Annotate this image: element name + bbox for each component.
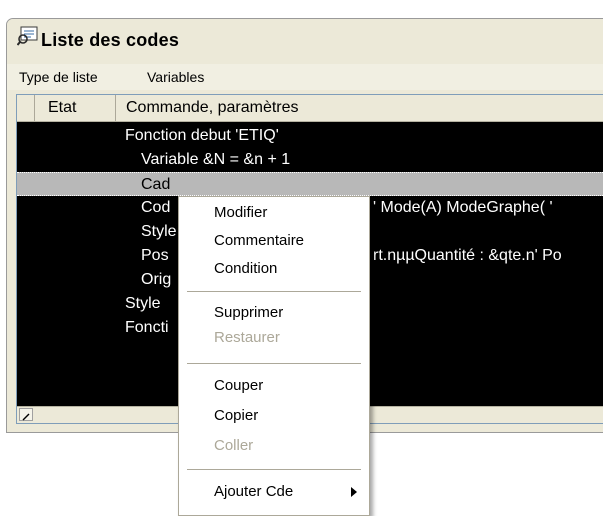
menu-item-condition[interactable]: Condition (214, 256, 363, 282)
row-command: Orig (141, 271, 172, 288)
menu-separator (187, 291, 361, 292)
menu-item-modifier[interactable]: Modifier (214, 200, 363, 226)
menu-item-copier[interactable]: Copier (214, 403, 363, 429)
row-command: Cad (141, 176, 171, 193)
title-bar[interactable]: Liste des codes (7, 19, 603, 57)
table-row[interactable]: Variable &N = &n + 1 (17, 148, 603, 172)
row-command: Pos (141, 247, 169, 264)
menu-item-couper[interactable]: Couper (214, 373, 363, 399)
context-menu: Modifier Commentaire Condition Supprimer… (178, 196, 370, 516)
row-command-extra: rt.nµµQuantité : &qte.n' Po (373, 247, 562, 264)
row-command: Foncti (125, 319, 169, 336)
row-command-extra: ' Mode(A) ModeGraphe( ' (373, 199, 553, 216)
scroll-left-button[interactable] (19, 408, 33, 421)
row-command: Style (141, 223, 177, 240)
menu-type-de-liste[interactable]: Type de liste (19, 69, 98, 85)
column-header-etat[interactable]: Etat (35, 95, 116, 121)
list-header: Etat Commande, paramètres (17, 95, 603, 122)
row-command: Style (125, 295, 161, 312)
table-row[interactable]: Fonction debut 'ETIQ' (17, 124, 603, 148)
menu-item-ajouter-cde[interactable]: Ajouter Cde (214, 479, 363, 505)
menu-variables[interactable]: Variables (147, 69, 204, 85)
code-list-icon (16, 26, 39, 46)
menu-item-coller: Coller (214, 437, 254, 454)
column-header-commande[interactable]: Commande, paramètres (116, 95, 603, 121)
menu-item-restaurer: Restaurer (214, 329, 280, 346)
menu-separator (187, 363, 361, 364)
submenu-arrow-icon (351, 487, 357, 497)
menu-separator (187, 469, 361, 470)
row-command: Variable &N = &n + 1 (141, 151, 291, 168)
table-row-selected[interactable]: Cad (17, 172, 603, 196)
row-command: Fonction debut 'ETIQ' (125, 127, 279, 144)
menu-bar: Type de liste Variables (7, 64, 603, 90)
menu-item-supprimer[interactable]: Supprimer (214, 300, 363, 326)
row-command: Cod (141, 199, 171, 216)
menu-item-ajouter-cde-label: Ajouter Cde (214, 483, 294, 500)
header-spacer (17, 95, 35, 121)
window-title: Liste des codes (41, 30, 180, 50)
menu-item-commentaire[interactable]: Commentaire (214, 228, 363, 254)
